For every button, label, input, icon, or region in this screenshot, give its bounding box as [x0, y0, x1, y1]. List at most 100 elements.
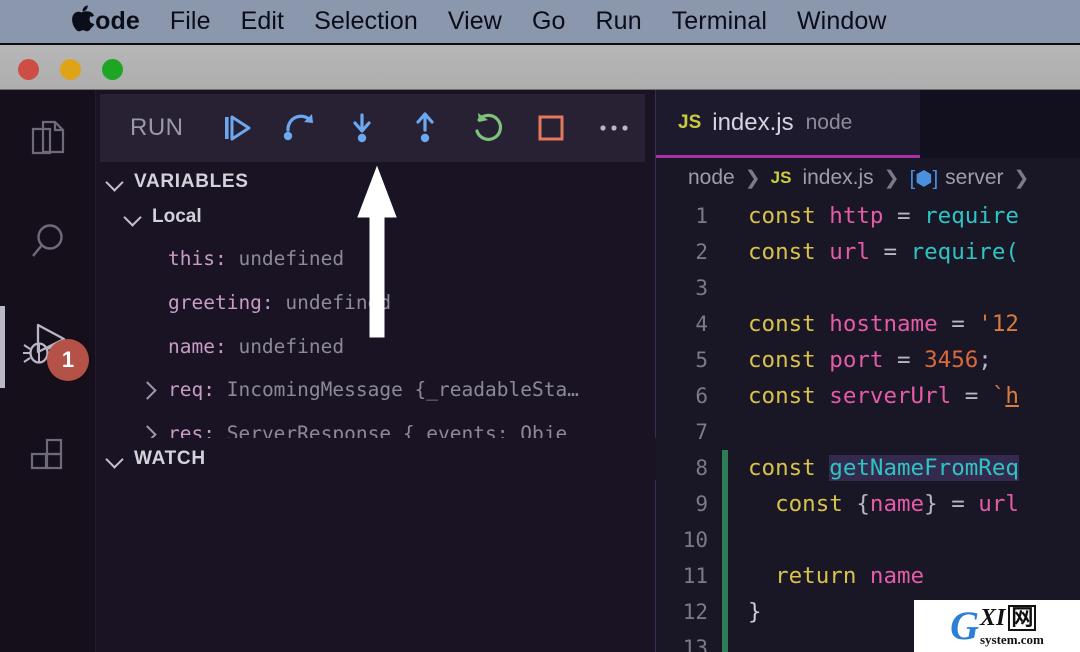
code-token: {	[856, 491, 870, 517]
code-text: return name	[728, 563, 924, 589]
chevron-down-icon	[104, 448, 126, 470]
code-token: const	[748, 455, 816, 481]
code-token: return	[775, 563, 857, 589]
code-token: name	[869, 563, 925, 589]
code-line[interactable]: 4 const hostname = '12	[656, 306, 1080, 342]
menu-selection[interactable]: Selection	[299, 7, 433, 36]
stop-button[interactable]	[519, 98, 582, 158]
code-token: http	[829, 203, 884, 229]
restart-button[interactable]	[457, 98, 520, 158]
app-root: Code File Edit Selection View Go Run Ter…	[0, 0, 1080, 652]
scope-local[interactable]: Local	[122, 206, 202, 228]
sidebar-item-search[interactable]	[0, 194, 96, 290]
maximize-button[interactable]	[102, 59, 123, 80]
code-text: const url = require(	[728, 239, 1019, 265]
gutter-spacer	[722, 414, 728, 450]
code-token: url	[978, 491, 1019, 517]
breadcrumb-item-node[interactable]: node	[688, 166, 735, 190]
step-into-button[interactable]	[331, 98, 394, 158]
chevron-down-icon	[104, 171, 126, 193]
code-token: require(	[910, 239, 1019, 265]
breadcrumb-item-file[interactable]: index.js	[802, 166, 873, 190]
stop-icon	[538, 115, 564, 141]
code-line[interactable]: 5 const port = 3456;	[656, 342, 1080, 378]
code-token: =	[951, 311, 965, 337]
menu-run[interactable]: Run	[581, 7, 657, 36]
watermark-g: G	[950, 603, 979, 648]
variable-value: IncomingMessage {_readableSta…	[226, 378, 579, 401]
code-token: =	[897, 347, 911, 373]
code-text: const http = require	[728, 203, 1019, 229]
line-number: 3	[695, 276, 708, 300]
variable-name: req:	[168, 378, 215, 401]
chevron-right-icon[interactable]	[138, 379, 160, 401]
line-number: 2	[695, 240, 708, 264]
line-number: 5	[695, 348, 708, 372]
code-line[interactable]: 8 const getNameFromReq	[656, 450, 1080, 486]
code-line[interactable]: 11 return name	[656, 558, 1080, 594]
tab-subtitle: node	[805, 110, 853, 134]
code-token: hostname	[829, 311, 938, 337]
debug-toolbar: RUN	[100, 94, 645, 162]
menu-window[interactable]: Window	[782, 7, 902, 36]
macos-menubar: Code File Edit Selection View Go Run Ter…	[0, 0, 1080, 45]
code-line[interactable]: 3	[656, 270, 1080, 306]
tab-index-js[interactable]: JS index.js node	[656, 90, 920, 158]
watch-title: WATCH	[134, 448, 206, 469]
code-text: const getNameFromReq	[728, 455, 1019, 481]
code-line[interactable]: 7	[656, 414, 1080, 450]
sidebar-item-explorer[interactable]	[0, 90, 96, 186]
sidebar-item-extensions[interactable]	[0, 408, 96, 504]
scope-local-label: Local	[152, 206, 202, 227]
code-editor[interactable]: 1 const http = require 2 const url = requir…	[656, 198, 1080, 652]
code-token: const	[748, 239, 816, 265]
code-token: =	[964, 383, 979, 409]
cube-icon: [⬢]	[909, 167, 939, 190]
menu-terminal[interactable]: Terminal	[657, 7, 782, 36]
menu-view[interactable]: View	[433, 7, 517, 36]
code-token: require	[924, 203, 1019, 229]
close-button[interactable]	[18, 59, 39, 80]
breadcrumb-item-symbol[interactable]: server	[945, 166, 1003, 190]
code-text: const serverUrl = `h	[728, 383, 1019, 409]
variable-row-req[interactable]: req: IncomingMessage {_readableSta…	[96, 378, 656, 401]
ellipsis-icon	[599, 125, 628, 131]
code-token: const	[748, 311, 816, 337]
continue-button[interactable]	[206, 98, 269, 158]
line-number: 8	[695, 456, 708, 480]
code-token: const	[775, 491, 843, 517]
js-file-icon: JS	[678, 111, 702, 133]
code-line[interactable]: 10	[656, 522, 1080, 558]
menu-edit[interactable]: Edit	[226, 7, 299, 36]
menu-go[interactable]: Go	[517, 7, 581, 36]
line-number: 13	[682, 636, 708, 652]
line-number: 12	[682, 600, 708, 624]
run-label: RUN	[130, 114, 184, 141]
continue-icon	[224, 115, 251, 141]
breadcrumb: node ❯ JS index.js ❯ [⬢] server ❯	[656, 158, 1080, 198]
code-line[interactable]: 9 const {name} = url	[656, 486, 1080, 522]
step-over-button[interactable]	[268, 98, 331, 158]
menu-file[interactable]: File	[155, 7, 226, 36]
minimize-button[interactable]	[60, 59, 81, 80]
watch-section-header[interactable]: WATCH	[96, 438, 656, 480]
more-actions-button[interactable]	[582, 98, 645, 158]
code-token: h	[1005, 383, 1019, 409]
code-line[interactable]: 6 const serverUrl = `h	[656, 378, 1080, 414]
chevron-right-icon: ❯	[744, 167, 761, 189]
sidebar-item-run-and-debug[interactable]: 1	[0, 298, 96, 394]
apple-logo-icon[interactable]	[70, 2, 96, 34]
step-out-button[interactable]	[394, 98, 457, 158]
code-line[interactable]: 1 const http = require	[656, 198, 1080, 234]
code-line[interactable]: 2 const url = require(	[656, 234, 1080, 270]
